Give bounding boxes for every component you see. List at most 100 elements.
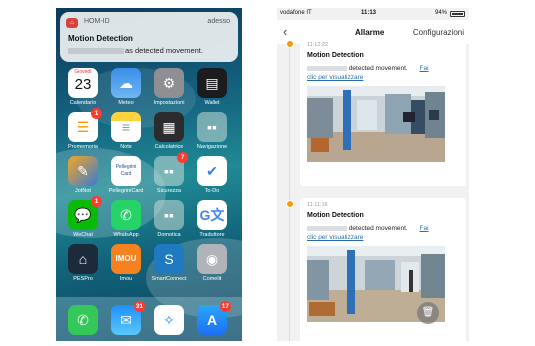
app-imou[interactable]: IMOU Imou [107,244,145,282]
compass-icon: ✧ [154,305,184,335]
app-security-folder[interactable]: ▪▪ 7 Sicurezza [150,152,188,194]
app-domotica-folder[interactable]: ▪▪ Domotica [150,200,188,238]
notification-title: Motion Detection [68,34,133,43]
app-weather[interactable]: ☁ Meteo [107,68,145,106]
alarm-text-body: detected movement. [348,225,408,232]
smear [68,48,124,55]
notes-icon: ≡ [111,112,141,142]
app-label: Sicurezza [156,188,182,194]
app-label: Promemoria [68,144,98,150]
app-label: PellegriniCard [108,188,144,194]
calendar-date: 23 [74,76,92,93]
folder-icon: ▪▪ [197,112,227,142]
wallet-icon: ▤ [197,68,227,98]
reminders-icon: ☰ 1 [68,108,102,142]
tab-configurations[interactable]: Configurazioni [413,28,464,37]
alarm-title: Motion Detection [307,52,364,59]
app-comelit[interactable]: ◉ Comelit [193,244,231,282]
alarm-card[interactable]: 11:12:22 Motion Detection detected movem… [300,38,466,186]
app-whatsapp[interactable]: ✆ WhatsApp [107,200,145,238]
dock-safari[interactable]: ✧ [150,305,188,335]
app-pespro[interactable]: ⌂ PESPro [64,244,102,282]
alarm-link[interactable]: Fai [420,225,429,232]
app-translate[interactable]: G文 Traduttore [193,200,231,238]
app-smartconnect[interactable]: S SmartConnect [150,244,188,282]
notification-body-text: as detected movement. [125,46,203,55]
dock-phone[interactable]: ✆ [64,305,102,335]
alarm-card[interactable]: 11:11:16 Motion Detection detected movem… [300,198,466,341]
badge: 31 [133,301,145,312]
notification-time: adesso [207,18,230,25]
app-navigation-folder[interactable]: ▪▪ Navigazione [193,112,231,150]
smartconnect-icon: S [154,244,184,274]
dock-mail[interactable]: ✉ 31 [107,301,145,335]
app-label: To-Do [204,188,220,194]
alarm-text: detected movement. Fai [307,225,429,232]
alarm-title: Motion Detection [307,212,364,219]
app-todo[interactable]: ✔ To-Do [193,156,231,194]
app-label: SmartConnect [151,276,187,282]
app-label: Meteo [118,100,134,106]
app-wallet[interactable]: ▤ Wallet [193,68,231,106]
alarm-time: 11:11:16 [307,202,328,208]
app-reminders[interactable]: ☰ 1 Promemoria [64,108,102,150]
alarm-time: 11:12:22 [307,42,329,48]
dock-appstore[interactable]: A 17 [193,301,231,335]
badge: 17 [219,301,231,312]
app-label: Calcolatrice [154,144,184,150]
app-screen: vodafone IT 11:13 94% ‹ Allarme Configur… [277,8,469,341]
app-label: Calendario [69,100,97,106]
app-label: Impostazioni [153,100,185,106]
app-notification-icon: ⌂ [66,18,78,28]
smear [307,225,347,231]
notification-banner[interactable]: ⌂ HOM-ID adesso Motion Detection as dete… [60,12,238,62]
trash-icon[interactable]: 🗑 [417,302,439,324]
mail-icon: ✉ 31 [111,301,145,335]
app-settings[interactable]: ⚙ Impostazioni [150,68,188,106]
battery-icon [450,11,465,17]
alarm-view-link[interactable]: clic per visualizzare [307,234,363,241]
timeline-dot [286,200,294,208]
translate-icon: G文 [197,200,227,230]
badge: 1 [91,108,102,119]
alarm-text-body: detected movement. [348,65,408,72]
alarm-link[interactable]: Fai [420,65,429,72]
app-jotnot[interactable]: ✎ JotNot [64,156,102,194]
scanner-icon: ✎ [68,156,98,186]
wechat-icon: 💬 1 [68,196,102,230]
badge: 1 [91,196,102,207]
carrier: vodafone IT [280,10,312,16]
notification-app-name: HOM-ID [84,18,110,25]
app-wechat[interactable]: 💬 1 WeChat [64,196,102,238]
battery-percent: 94% [434,10,447,16]
clock: 11:13 [361,10,377,16]
app-notes[interactable]: ≡ Note [107,112,145,150]
camera-icon: ◉ [197,244,227,274]
nav-title[interactable]: Allarme [355,28,384,37]
status-bar: vodafone IT 11:13 94% [277,8,469,20]
app-label: Traduttore [199,232,225,238]
app-label: Note [120,144,132,150]
phone-icon: ✆ [68,305,98,335]
smear [307,65,347,71]
checkmark-icon: ✔ [197,156,227,186]
weather-icon: ☁ [111,68,141,98]
app-calendar[interactable]: Giovedì 23 Calendario [64,68,102,106]
calendar-icon: Giovedì 23 [68,68,98,98]
app-label: Comelit [202,276,222,282]
camera-snapshot[interactable] [307,86,445,162]
alarm-view-link[interactable]: clic per visualizzare [307,74,363,81]
app-label: WeChat [73,232,93,238]
app-pellegrini-card[interactable]: Pellegrini Card PellegriniCard [107,156,145,194]
home-icon: ⌂ [68,244,98,274]
app-label: Domotica [157,232,181,238]
settings-gear-icon: ⚙ [154,68,184,98]
snapshot-image [307,86,445,162]
badge: 7 [177,152,188,163]
chevron-left-icon[interactable]: ‹ [283,24,287,39]
app-label: WhatsApp [113,232,139,238]
app-calculator[interactable]: ▦ Calcolatrice [150,112,188,150]
app-label: Wallet [204,100,220,106]
dock: ✆ ✉ 31 ✧ A 17 [56,297,242,341]
alarm-text: detected movement. Fai [307,65,429,72]
